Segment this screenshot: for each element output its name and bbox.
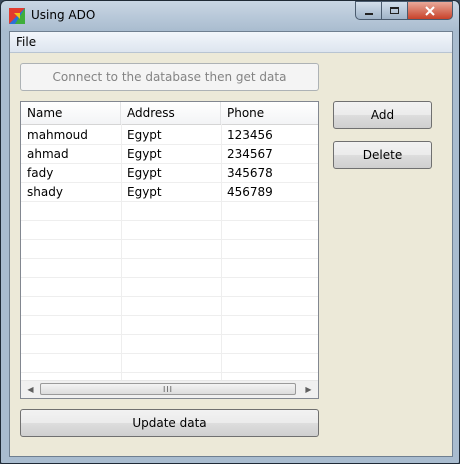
table-row[interactable]: ahmad Egypt 234567 bbox=[21, 145, 318, 164]
cell-phone: 345678 bbox=[227, 166, 273, 180]
minimize-button[interactable] bbox=[355, 1, 381, 20]
column-header-name[interactable]: Name bbox=[21, 102, 121, 124]
empty-row bbox=[21, 354, 318, 373]
data-list-view[interactable]: Name Address Phone mahmoud Egypt 123456 … bbox=[20, 101, 319, 399]
menu-file[interactable]: File bbox=[16, 35, 36, 49]
empty-row bbox=[21, 259, 318, 278]
cell-address: Egypt bbox=[127, 185, 162, 199]
window-controls bbox=[355, 1, 453, 21]
chevron-right-icon: ▶ bbox=[305, 385, 312, 394]
cell-address: Egypt bbox=[127, 166, 162, 180]
list-header: Name Address Phone bbox=[21, 102, 318, 125]
cell-name: fady bbox=[27, 166, 54, 180]
scroll-thumb[interactable]: III bbox=[40, 383, 296, 395]
menu-bar: File bbox=[10, 32, 452, 53]
client-area: File Connect to the database then get da… bbox=[9, 31, 453, 457]
cell-phone: 234567 bbox=[227, 147, 273, 161]
horizontal-scrollbar[interactable]: ◀ III ▶ bbox=[21, 380, 318, 398]
empty-row bbox=[21, 297, 318, 316]
update-data-button[interactable]: Update data bbox=[20, 409, 319, 437]
close-button[interactable] bbox=[407, 1, 453, 20]
empty-row bbox=[21, 278, 318, 297]
cell-name: ahmad bbox=[27, 147, 69, 161]
app-window: Using ADO File Connect to the database t… bbox=[0, 0, 460, 464]
empty-row bbox=[21, 335, 318, 354]
empty-row bbox=[21, 240, 318, 259]
empty-row bbox=[21, 221, 318, 240]
maximize-button[interactable] bbox=[381, 1, 407, 20]
cell-name: shady bbox=[27, 185, 63, 199]
add-button[interactable]: Add bbox=[333, 101, 432, 129]
window-title: Using ADO bbox=[31, 8, 96, 22]
cell-name: mahmoud bbox=[27, 128, 88, 142]
column-header-phone[interactable]: Phone bbox=[221, 102, 318, 124]
title-bar[interactable]: Using ADO bbox=[1, 1, 459, 31]
close-icon bbox=[425, 5, 435, 16]
scroll-left-button[interactable]: ◀ bbox=[22, 381, 39, 398]
cell-phone: 123456 bbox=[227, 128, 273, 142]
scroll-right-button[interactable]: ▶ bbox=[300, 381, 317, 398]
empty-row bbox=[21, 202, 318, 221]
table-row[interactable]: fady Egypt 345678 bbox=[21, 164, 318, 183]
table-row[interactable]: mahmoud Egypt 123456 bbox=[21, 126, 318, 145]
cell-phone: 456789 bbox=[227, 185, 273, 199]
maximize-icon bbox=[390, 7, 399, 14]
cell-address: Egypt bbox=[127, 128, 162, 142]
app-icon bbox=[9, 8, 25, 24]
chevron-left-icon: ◀ bbox=[27, 385, 34, 394]
connect-button[interactable]: Connect to the database then get data bbox=[20, 63, 319, 91]
empty-row bbox=[21, 316, 318, 335]
scroll-thumb-grip: III bbox=[162, 384, 174, 394]
delete-button[interactable]: Delete bbox=[333, 141, 432, 169]
table-row[interactable]: shady Egypt 456789 bbox=[21, 183, 318, 202]
cell-address: Egypt bbox=[127, 147, 162, 161]
minimize-icon bbox=[364, 12, 373, 15]
column-header-address[interactable]: Address bbox=[121, 102, 221, 124]
